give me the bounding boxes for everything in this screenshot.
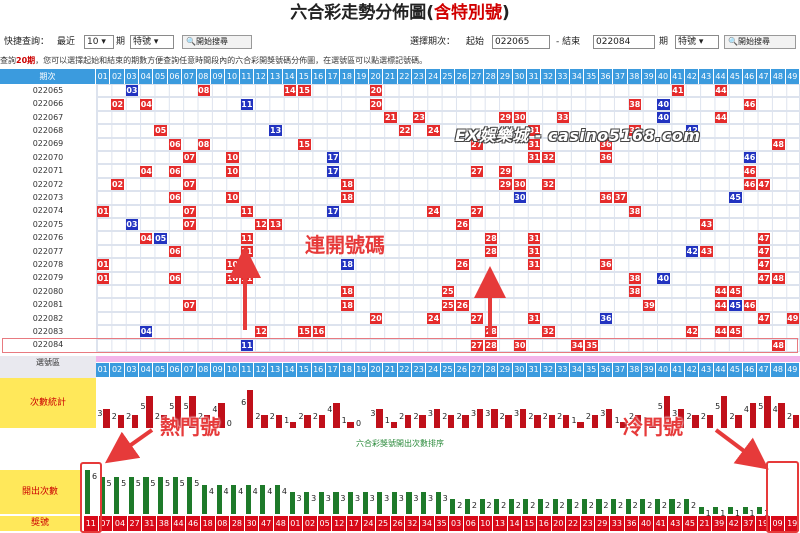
annotation-arrows xyxy=(104,246,769,470)
cold-number-box xyxy=(766,461,799,533)
arrow-down-right-icon xyxy=(714,428,769,470)
arrow-down-left-icon xyxy=(104,428,154,464)
hot-number-box xyxy=(80,462,102,533)
lottery-trend-page: 六合彩走勢分佈圖(含特別號) 快捷查詢： 最近 10 ▾ 期 特號 ▾ 🔍開始搜… xyxy=(0,0,800,533)
